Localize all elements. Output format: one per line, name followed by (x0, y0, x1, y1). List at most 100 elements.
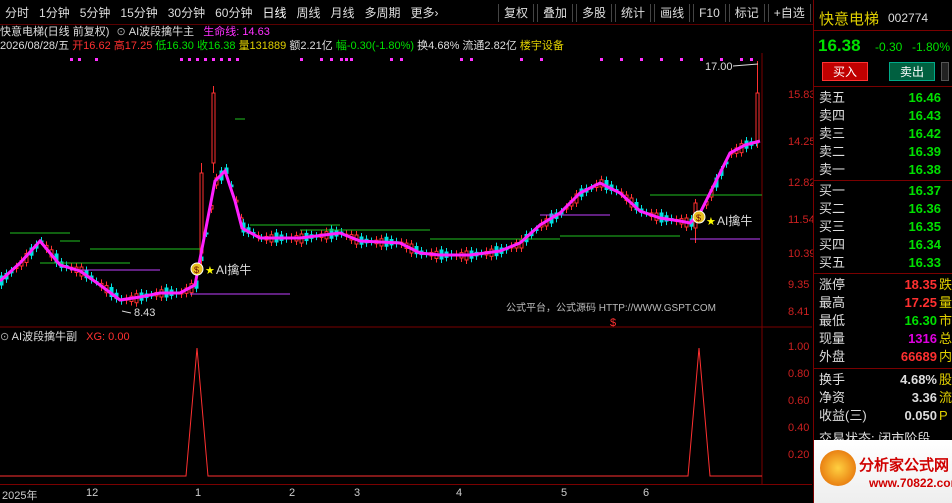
tab-more-label: 更多 (410, 6, 435, 20)
time-tick: 2 (289, 487, 296, 499)
svg-text:★: ★ (205, 264, 215, 277)
signal-dot (300, 58, 303, 61)
kline-chart[interactable]: 17.00 8.43 $ ★ AI擒牛 $ ★ AI擒牛 公式平台，公式源码 H… (0, 53, 812, 328)
stat-value: 17.25 (904, 295, 937, 310)
stats-button[interactable]: 统计 (615, 4, 652, 22)
stat-row: 最低 16.30 市 (819, 313, 952, 329)
sub-chart[interactable] (0, 328, 812, 484)
f10-button[interactable]: F10 (693, 4, 726, 22)
signal-dot (320, 58, 323, 61)
chart-title-bar: 快意电梯(日线 前复权) ⊙ AI波段擒牛主 生命线: 14.63 (0, 25, 812, 39)
stat-suffix: 跌 (939, 277, 952, 292)
stat-label: 换手 (819, 372, 846, 387)
bid-price: 16.35 (908, 219, 941, 234)
signal-dot (180, 58, 183, 61)
signal-dot (345, 58, 348, 61)
draw-line-button[interactable]: 画线 (654, 4, 691, 22)
signal-label-2: AI擒牛 (717, 213, 752, 228)
signal-dot (204, 58, 207, 61)
ask-label: 卖四 (819, 108, 846, 123)
logo-url: www.70822.com (869, 476, 952, 490)
ask-row: 卖五 16.46 (819, 90, 949, 106)
sell-button[interactable]: 卖出 (889, 62, 935, 81)
signal-dot (750, 58, 753, 61)
tab-15min[interactable]: 15分钟 (115, 4, 162, 22)
bar-amount: 额2.21亿 (289, 40, 333, 52)
bid-row: 买一 16.37 (819, 183, 949, 199)
overlay-button[interactable]: 叠加 (537, 4, 574, 22)
tab-intraday[interactable]: 分时 (0, 4, 34, 22)
ask-price: 16.38 (908, 162, 941, 177)
stat-value: 66689 (900, 349, 937, 364)
stat-row: 涨停 18.35 跌 (819, 277, 952, 293)
adjust-button[interactable]: 复权 (498, 4, 535, 22)
stat-label: 最高 (819, 295, 846, 310)
bar-low: 低16.30 (155, 40, 194, 52)
time-tick: 5 (561, 487, 568, 499)
signal-dot (600, 58, 603, 61)
stat-value: 3.36 (911, 390, 937, 405)
tab-1min[interactable]: 1分钟 (34, 4, 75, 22)
tab-daily[interactable]: 日线 (257, 4, 291, 22)
bar-volume: 量131889 (238, 40, 287, 52)
time-tick: 1 (195, 487, 202, 499)
svg-text:$: $ (194, 265, 199, 275)
bid-row: 买五 16.33 (819, 255, 949, 271)
ask-row: 卖三 16.42 (819, 126, 949, 142)
stat-suffix: 股 (939, 372, 952, 387)
svg-text:★: ★ (706, 215, 716, 228)
tab-60min[interactable]: 60分钟 (210, 4, 257, 22)
signal-dot (220, 58, 223, 61)
bid-label: 买二 (819, 201, 846, 216)
svg-text:$: $ (696, 213, 701, 223)
signal-dot (740, 58, 743, 61)
signal-dot (390, 58, 393, 61)
time-tick: 3 (354, 487, 361, 499)
tab-more[interactable]: 更多› (406, 4, 444, 22)
time-tick: 6 (643, 487, 650, 499)
signal-dot (680, 58, 683, 61)
tab-5min[interactable]: 5分钟 (75, 4, 116, 22)
trade-status: 交易状态: 闭市阶段 (819, 431, 931, 440)
bid-row: 买四 16.34 (819, 237, 949, 253)
tool-buttons: 复权 叠加 多股 统计 画线 F10 标记 +自选 返回 (498, 4, 853, 22)
add-watchlist-button[interactable]: +自选 (767, 4, 811, 22)
stat-suffix: 量 (939, 295, 952, 310)
stock-code: 002774 (888, 11, 929, 25)
stat-row: 净资 3.36 流 (819, 390, 952, 406)
bar-open: 开16.62 (72, 40, 111, 52)
time-tick: 4 (456, 487, 463, 499)
tab-monthly[interactable]: 月线 (326, 4, 360, 22)
stat-value: 1316 (908, 331, 937, 346)
ask-price: 16.39 (908, 144, 941, 159)
stat-row: 现量 1316 总 (819, 331, 952, 347)
bar-date: 2026/08/28/五 (0, 40, 70, 52)
tab-30min[interactable]: 30分钟 (163, 4, 210, 22)
tab-weekly[interactable]: 周线 (291, 4, 325, 22)
buy-button[interactable]: 买入 (822, 62, 868, 81)
candle (211, 92, 216, 164)
stat-suffix: 内 (939, 349, 952, 364)
signal-dot (350, 58, 353, 61)
signal-dot (640, 58, 643, 61)
bid-price: 16.37 (908, 183, 941, 198)
signal-dot (470, 58, 473, 61)
last-price: 16.38 (818, 36, 861, 55)
signal-dot (540, 58, 543, 61)
bar-sector: 楼宇设备 (519, 40, 564, 52)
tab-multi-period[interactable]: 多周期 (360, 4, 406, 22)
time-axis: 2025年 12 1 2 3 4 5 6 (0, 484, 812, 503)
ask-label: 卖一 (819, 162, 846, 177)
signal-dot (70, 58, 73, 61)
bid-price: 16.34 (908, 237, 941, 252)
stat-row: 收益(三) 0.050 P (819, 408, 949, 424)
indicator-toggle-icon[interactable]: ⊙ (116, 26, 125, 38)
mark-button[interactable]: 标记 (728, 4, 765, 22)
signal-dot (700, 58, 703, 61)
multi-stock-button[interactable]: 多股 (576, 4, 613, 22)
ask-row: 卖二 16.39 (819, 144, 949, 160)
stat-suffix: 总 (939, 331, 952, 346)
panel-scroll-handle[interactable] (941, 62, 949, 81)
signal-dot (78, 58, 81, 61)
stat-suffix: 市 (939, 313, 952, 328)
